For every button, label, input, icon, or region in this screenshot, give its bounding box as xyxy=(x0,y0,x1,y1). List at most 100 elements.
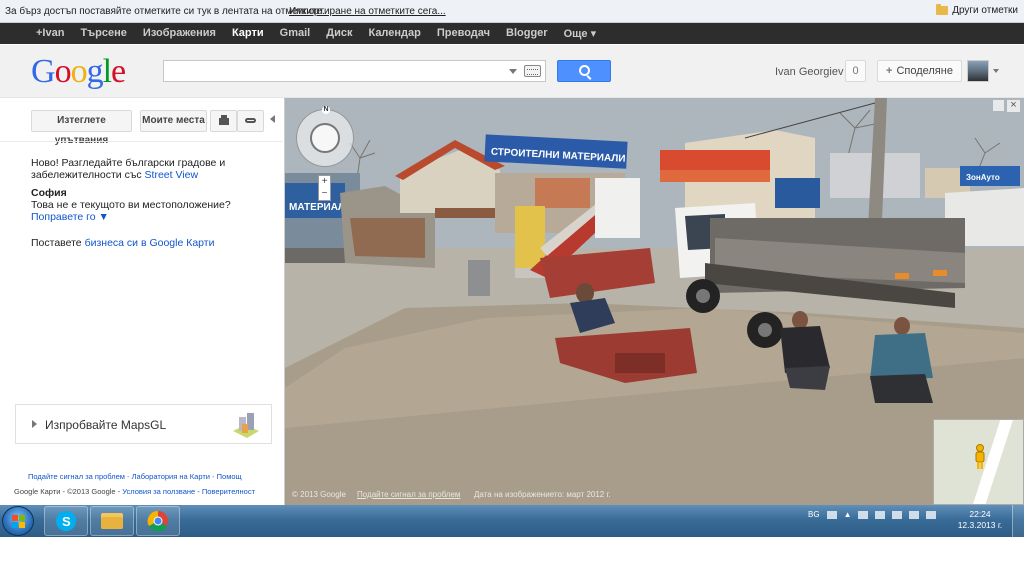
not-location-text: Това не е текущото ви местоположение? xyxy=(31,199,231,211)
print-button[interactable] xyxy=(210,110,237,132)
mapsgl-label: Изпробвайте MapsGL xyxy=(45,418,167,432)
network-icon[interactable] xyxy=(892,510,903,519)
taskbar-app-skype[interactable]: S xyxy=(44,506,88,536)
my-places-button[interactable]: Моите места xyxy=(140,110,207,132)
street-view-scene: МАТЕРИАЛИ СТРОИТЕЛНИ МАТЕРИАЛИ ЗонАуто xyxy=(285,98,1024,505)
gbar-item-more[interactable]: Още ▾ xyxy=(556,23,605,40)
terms-link[interactable]: Условия за ползване xyxy=(122,487,195,496)
bookmarks-bar: За бърз достъп поставяйте отметките си т… xyxy=(0,0,1024,23)
close-street-view-button[interactable]: × xyxy=(1007,100,1020,112)
google-bar: +Ivan Търсене Изображения Карти Gmail Ди… xyxy=(0,23,1024,44)
google-logo[interactable]: Google xyxy=(31,53,126,91)
windows-taskbar: S BG ▲ 22:24 12.3.2013 г. xyxy=(0,505,1024,537)
search-dropdown-icon[interactable] xyxy=(509,69,517,74)
get-directions-button[interactable]: Изтеглете упътвания xyxy=(31,110,132,146)
footer-links: Подайте сигнал за проблем - Лаборатория … xyxy=(28,472,242,481)
logo-letter: l xyxy=(102,53,113,90)
business-promo-text: Поставете xyxy=(31,237,85,249)
zoom-out-button[interactable]: − xyxy=(319,188,330,200)
logo-letter: o xyxy=(70,53,88,90)
taskbar-app-explorer[interactable] xyxy=(90,506,134,536)
gbar-item-blogger[interactable]: Blogger xyxy=(498,23,556,40)
gbar-item-images[interactable]: Изображения xyxy=(135,23,224,40)
street-view-zoom-control[interactable]: + − xyxy=(318,175,331,201)
show-desktop-button[interactable] xyxy=(1012,505,1024,537)
logo-letter: G xyxy=(31,53,56,90)
street-view-panorama[interactable]: МАТЕРИАЛИ СТРОИТЕЛНИ МАТЕРИАЛИ ЗонАуто N… xyxy=(285,98,1024,505)
language-indicator[interactable]: BG xyxy=(808,510,820,519)
windows-logo-icon xyxy=(12,515,25,528)
sign-right-text: ЗонАуто xyxy=(966,173,1000,182)
gbar-item-search[interactable]: Търсене xyxy=(72,23,134,40)
collapse-panel-icon[interactable] xyxy=(270,115,275,123)
maps-labs-link[interactable]: Лаборатория на Карти xyxy=(132,472,210,481)
keyboard-icon[interactable] xyxy=(826,510,837,519)
other-bookmarks-label: Други отметки xyxy=(952,5,1018,16)
system-tray: BG ▲ xyxy=(808,510,937,519)
search-input[interactable] xyxy=(163,60,546,82)
left-panel: Изтеглете упътвания Моите места Ново! Ра… xyxy=(0,98,285,505)
pegman-icon[interactable] xyxy=(973,444,987,470)
gbar-item-maps[interactable]: Карти xyxy=(224,23,272,40)
business-link[interactable]: бизнеса си в Google Карти xyxy=(85,237,215,249)
street-view-report-link[interactable]: Подайте сигнал за проблем xyxy=(357,490,460,499)
search-icon xyxy=(579,65,590,76)
plus-icon: + xyxy=(886,65,893,77)
gbar-item-translate[interactable]: Преводач xyxy=(429,23,498,40)
avatar[interactable] xyxy=(967,60,989,82)
logo-letter: g xyxy=(86,53,104,90)
notifications-button[interactable]: 0 xyxy=(845,60,866,82)
gbar-item-drive[interactable]: Диск xyxy=(318,23,360,40)
bookmarks-message: За бърз достъп поставяйте отметките си т… xyxy=(5,6,325,17)
help-link[interactable]: Помощ xyxy=(217,472,242,481)
fix-location-link-wrap: Поправете го ▼ xyxy=(31,211,109,223)
zoom-in-button[interactable]: + xyxy=(319,176,330,188)
system-clock[interactable]: 22:24 12.3.2013 г. xyxy=(952,509,1008,531)
gbar-item-gmail[interactable]: Gmail xyxy=(272,23,319,40)
try-mapsgl-button[interactable]: Изпробвайте MapsGL xyxy=(15,404,272,444)
notification-icon[interactable] xyxy=(858,510,869,519)
taskbar-app-chrome[interactable] xyxy=(136,506,180,536)
mapsgl-cube-icon xyxy=(233,413,259,438)
fix-location-link[interactable]: Поправете го ▼ xyxy=(31,211,109,223)
copyright-text: Google Карти - ©2013 Google xyxy=(14,487,116,496)
folder-icon xyxy=(936,4,949,15)
share-button[interactable]: + Споделяне xyxy=(877,60,962,82)
keyboard-icon[interactable] xyxy=(524,65,541,77)
clock-date: 12.3.2013 г. xyxy=(957,520,1003,530)
logo-letter: e xyxy=(111,53,126,90)
privacy-link[interactable]: Поверителност xyxy=(202,487,255,496)
start-button[interactable] xyxy=(2,506,34,536)
power-icon[interactable] xyxy=(909,510,920,519)
other-bookmarks-button[interactable]: Други отметки xyxy=(936,4,1018,16)
street-view-copyright: © 2013 Google xyxy=(292,490,346,499)
clock-time: 22:24 xyxy=(969,509,991,519)
svg-text:S: S xyxy=(62,514,71,529)
expand-icon[interactable] xyxy=(993,100,1004,111)
search-button[interactable] xyxy=(557,60,611,82)
gbar-item-plus[interactable]: +Ivan xyxy=(28,23,72,40)
share-label: Споделяне xyxy=(896,65,953,77)
logo-letter: o xyxy=(54,53,72,90)
promo-line-2-text: забележителности със xyxy=(31,169,145,181)
gbar-item-calendar[interactable]: Календар xyxy=(360,23,428,40)
compass-north-label: N xyxy=(322,106,330,114)
pan-arrows-icon[interactable] xyxy=(310,123,340,153)
link-button[interactable] xyxy=(237,110,264,132)
user-name[interactable]: Ivan Georgiev xyxy=(775,66,843,78)
header: Google Ivan Georgiev 0 + Споделяне xyxy=(0,45,1024,98)
volume-icon[interactable] xyxy=(926,510,937,519)
promo-line-2: забележителности със Street View xyxy=(31,169,198,181)
show-hidden-icons-icon[interactable]: ▲ xyxy=(844,510,852,519)
street-view-link[interactable]: Street View xyxy=(145,169,199,181)
print-icon xyxy=(218,115,229,125)
street-view-pan-control[interactable]: N xyxy=(296,106,354,167)
chevron-down-icon[interactable] xyxy=(993,69,999,73)
business-promo: Поставете бизнеса си в Google Карти xyxy=(31,237,214,249)
import-bookmarks-link[interactable]: Импортиране на отметките сега... xyxy=(289,6,446,17)
flag-icon[interactable] xyxy=(875,510,886,519)
report-problem-link[interactable]: Подайте сигнал за проблем xyxy=(28,472,125,481)
chrome-icon xyxy=(147,510,168,532)
expand-icon xyxy=(32,420,37,428)
street-view-minimap[interactable] xyxy=(933,419,1024,505)
